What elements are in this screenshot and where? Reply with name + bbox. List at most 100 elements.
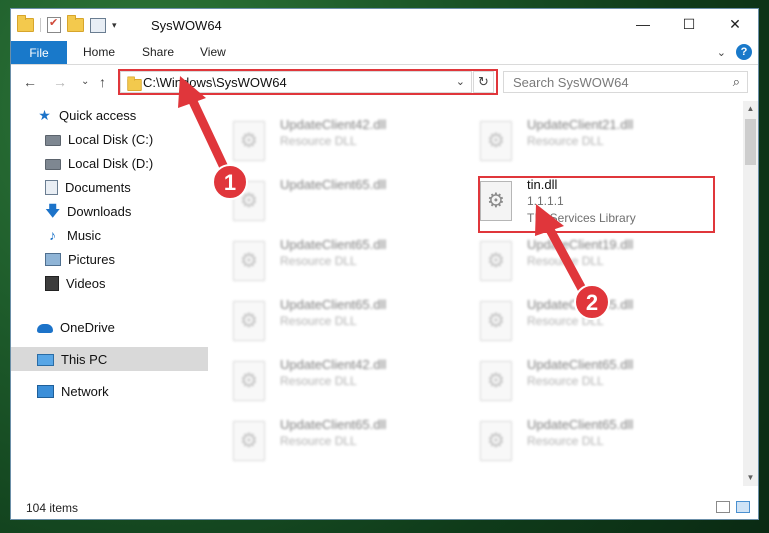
sidebar-item-network[interactable]: Network (11, 379, 231, 403)
toolbar-divider (40, 18, 41, 32)
minimize-button[interactable]: — (620, 9, 666, 39)
tab-home[interactable]: Home (83, 45, 115, 59)
file-type: Resource DLL (280, 434, 357, 448)
file-name: UpdateClient65.dll (280, 297, 387, 312)
sidebar-item-documents[interactable]: Documents 📌 (11, 175, 239, 199)
dll-file-icon: ⚙ (233, 121, 265, 161)
address-folder-icon (127, 76, 142, 91)
file-name: UpdateClient42.dll (280, 117, 387, 132)
file-name: UpdateClient42.dll (280, 357, 387, 372)
dll-file-icon: ⚙ (480, 121, 512, 161)
gear-icon: ⚙ (240, 190, 258, 212)
close-button[interactable]: ✕ (712, 9, 758, 39)
dll-file-icon: ⚙ (233, 301, 265, 341)
dll-file-icon: ⚙ (480, 241, 512, 281)
sidebar-item-label: OneDrive (60, 319, 115, 335)
window-title: SysWOW64 (151, 18, 222, 33)
ribbon-controls: ⌄ ? (717, 44, 752, 60)
tab-file[interactable]: File (11, 41, 67, 64)
sidebar-item-local-disk-d[interactable]: Local Disk (D:) 📌 (11, 151, 239, 175)
sidebar-item-label: Local Disk (C:) (68, 131, 154, 147)
navigation-pane: ★ Quick access Local Disk (C:) 📌 Local D… (11, 101, 236, 486)
status-bar: 104 items (11, 496, 758, 519)
file-description: TIN Services Library (527, 211, 636, 225)
sidebar-item-this-pc[interactable]: This PC (11, 347, 231, 371)
file-item[interactable]: ⚙ UpdateClient65.dll Resource DLL (208, 293, 443, 347)
documents-icon (45, 179, 58, 195)
file-type: Resource DLL (280, 134, 357, 148)
gear-icon: ⚙ (487, 310, 505, 332)
sidebar-item-label: Pictures (68, 251, 115, 267)
sidebar-item-pictures[interactable]: Pictures 📌 (11, 247, 239, 271)
refresh-button[interactable]: ↻ (473, 71, 494, 93)
tab-view[interactable]: View (200, 45, 226, 59)
gear-icon: ⚙ (487, 190, 505, 212)
file-type: Resource DLL (527, 434, 604, 448)
properties-check-icon[interactable] (47, 16, 61, 33)
file-name: tin.dll (527, 177, 558, 192)
gear-icon: ⚙ (487, 250, 505, 272)
sidebar-item-onedrive[interactable]: OneDrive (11, 315, 231, 339)
file-item[interactable]: ⚙ UpdateClient21.dll Resource DLL (455, 113, 690, 167)
explorer-window: ▾ SysWOW64 — ☐ ✕ File Home Share View ⌄ … (10, 8, 759, 520)
file-type: Resource DLL (280, 374, 357, 388)
maximize-button[interactable]: ☐ (666, 9, 712, 39)
file-item[interactable]: ⚙ UpdateClient65.dll Resource DLL (208, 233, 443, 287)
address-path[interactable]: C:\Windows\SysWOW64 (143, 75, 287, 90)
file-item-tin-dll[interactable]: ⚙ tin.dll 1.1.1.1 TIN Services Library (455, 173, 690, 227)
file-list: ⚙ UpdateClient42.dll Resource DLL ⚙ Upda… (208, 101, 743, 486)
file-item[interactable]: ⚙ UpdateClient65.dll Resource DLL (455, 413, 690, 467)
file-version: 1.1.1.1 (527, 194, 564, 208)
search-input[interactable]: Search SysWOW64 ⌕ (503, 71, 748, 93)
forward-button[interactable]: → (53, 74, 67, 90)
quick-access-toolbar: ▾ (17, 15, 117, 34)
customize-toolbar-chevron-icon[interactable]: ▾ (112, 20, 117, 31)
details-view-icon[interactable] (716, 501, 730, 513)
file-item[interactable]: ⚙ UpdateClient65.dll Resource DLL (208, 413, 443, 467)
gear-icon: ⚙ (240, 250, 258, 272)
file-item[interactable]: ⚙ UpdateClient42.dll Resource DLL (208, 353, 443, 407)
vertical-scrollbar[interactable]: ▲ ▼ (743, 101, 758, 486)
file-item[interactable]: ⚙ UpdateClient65.dll (208, 173, 443, 227)
file-item[interactable]: ⚙ UpdateClient42.dll Resource DLL (208, 113, 443, 167)
file-item[interactable]: ⚙ UpdateClient19.dll Resource DLL (455, 233, 690, 287)
dll-file-icon: ⚙ (233, 361, 265, 401)
title-bar: ▾ SysWOW64 — ☐ ✕ (11, 9, 758, 41)
help-icon[interactable]: ? (736, 44, 752, 60)
up-button[interactable]: ↑ (99, 74, 106, 90)
dll-file-icon: ⚙ (233, 181, 265, 221)
file-type: Resource DLL (280, 314, 357, 328)
star-icon: ★ (38, 106, 51, 123)
scroll-up-arrow-icon[interactable]: ▲ (743, 101, 758, 117)
gear-icon: ⚙ (240, 370, 258, 392)
search-icon[interactable]: ⌕ (733, 74, 740, 90)
tab-share[interactable]: Share (142, 45, 174, 59)
new-folder-icon[interactable] (67, 15, 84, 32)
file-name: UpdateClient19.dll (527, 237, 634, 252)
music-icon: ♪ (49, 226, 56, 243)
sidebar-item-music[interactable]: ♪ Music 📌 (11, 223, 239, 247)
sidebar-item-downloads[interactable]: 🡇 Downloads 📌 (11, 199, 239, 223)
address-dropdown-chevron-icon[interactable]: ⌄ (456, 75, 465, 88)
view-switcher (716, 501, 750, 513)
back-button[interactable]: ← (23, 74, 37, 90)
address-bar[interactable]: C:\Windows\SysWOW64 ⌄ (120, 71, 472, 93)
file-name: UpdateClient65.dll (280, 417, 387, 432)
sidebar-item-local-disk-c[interactable]: Local Disk (C:) 📌 (11, 127, 239, 151)
ribbon-collapse-chevron-icon[interactable]: ⌄ (717, 46, 726, 59)
pictures-icon (45, 253, 61, 266)
dll-file-icon: ⚙ (480, 421, 512, 461)
disk-icon (45, 158, 61, 170)
recent-locations-chevron-icon[interactable]: ⌄ (81, 76, 89, 87)
scrollbar-thumb[interactable] (745, 119, 756, 165)
file-item[interactable]: ⚙ UpdateClient65.dll Resource DLL (455, 293, 690, 347)
file-item[interactable]: ⚙ UpdateClient65.dll Resource DLL (455, 353, 690, 407)
scroll-down-arrow-icon[interactable]: ▼ (743, 470, 758, 486)
navigation-bar: ← → ⌄ ↑ C:\Windows\SysWOW64 ⌄ ↻ Search S… (11, 65, 758, 99)
sidebar-item-videos[interactable]: Videos 📌 (11, 271, 239, 295)
dll-file-icon: ⚙ (480, 361, 512, 401)
tiles-view-icon[interactable] (736, 501, 750, 513)
sidebar-item-quick-access[interactable]: ★ Quick access (11, 103, 231, 127)
network-icon (37, 384, 54, 398)
properties-icon[interactable] (90, 17, 106, 33)
